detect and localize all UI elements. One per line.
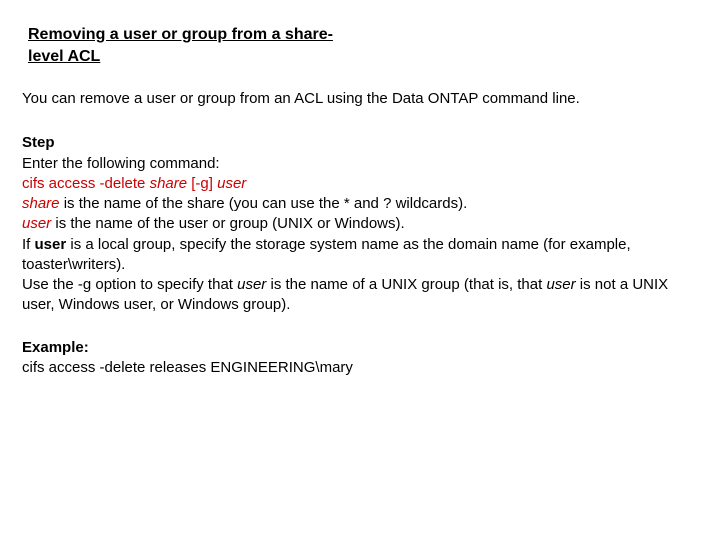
step-block: Step Enter the following command: cifs a… — [22, 133, 698, 315]
if-b: user — [35, 236, 67, 253]
example-command: cifs access -delete releases ENGINEERING… — [22, 358, 698, 378]
g-line: Use the -g option to specify that user i… — [22, 275, 698, 316]
cmd-mid: [-g] — [187, 175, 217, 192]
page-title: Removing a user or group from a share-le… — [28, 24, 368, 67]
step-label: Step — [22, 133, 698, 153]
if-line: If user is a local group, specify the st… — [22, 235, 698, 276]
g-c: is the name of a UNIX group (that is, th… — [266, 276, 546, 293]
if-a: If — [22, 236, 35, 253]
enter-line: Enter the following command: — [22, 154, 698, 174]
cmd-user: user — [217, 175, 246, 192]
cmd-prefix: cifs access -delete — [22, 175, 150, 192]
example-label: Example: — [22, 338, 698, 358]
command-line: cifs access -delete share [-g] user — [22, 174, 698, 194]
g-a: Use the -g option to specify that — [22, 276, 237, 293]
intro-text: You can remove a user or group from an A… — [22, 89, 698, 109]
cmd-share: share — [150, 175, 188, 192]
share-term: share — [22, 195, 60, 212]
g-b: user — [237, 276, 266, 293]
user-desc-line: user is the name of the user or group (U… — [22, 214, 698, 234]
share-desc-line: share is the name of the share (you can … — [22, 194, 698, 214]
user-term: user — [22, 215, 51, 232]
document-page: Removing a user or group from a share-le… — [0, 0, 720, 402]
if-c: is a local group, specify the storage sy… — [22, 236, 631, 273]
g-d: user — [546, 276, 575, 293]
share-desc: is the name of the share (you can use th… — [60, 195, 468, 212]
user-desc: is the name of the user or group (UNIX o… — [51, 215, 404, 232]
